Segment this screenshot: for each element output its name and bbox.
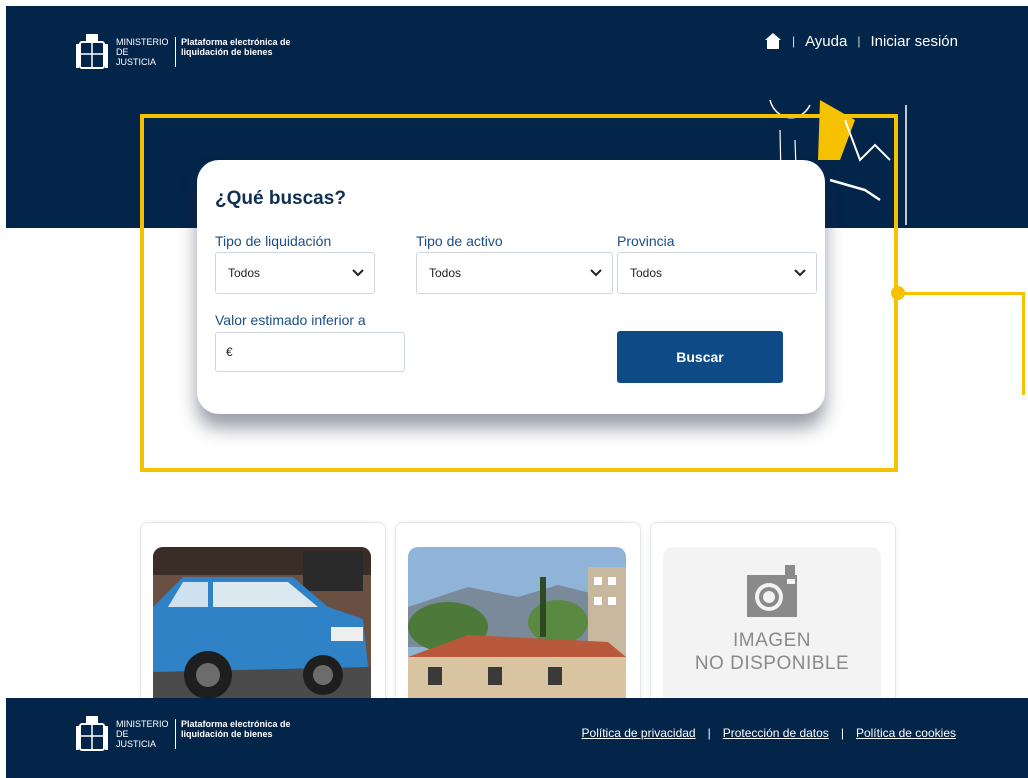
highlight-dot: [891, 286, 905, 300]
footer: MINISTERIO DE JUSTICIA Plataforma electr…: [6, 698, 1028, 778]
asset-type-label: Tipo de activo: [416, 233, 503, 249]
no-image-text: IMAGEN NO DISPONIBLE: [695, 629, 849, 675]
brand-platform: Plataforma electrónica de liquidación de…: [181, 37, 291, 57]
search-title: ¿Qué buscas?: [215, 188, 346, 209]
cookie-policy-link[interactable]: Política de cookies: [856, 726, 956, 740]
coat-of-arms-icon: [76, 34, 108, 69]
listing-card-houses[interactable]: [395, 522, 641, 724]
help-link[interactable]: Ayuda: [805, 33, 847, 50]
estimated-value-input[interactable]: €: [215, 332, 405, 372]
header-logo[interactable]: MINISTERIO DE JUSTICIA Plataforma electr…: [76, 32, 301, 72]
brand-text: MINISTERIO DE JUSTICIA Plataforma electr…: [116, 719, 301, 749]
brand-text: MINISTERIO DE JUSTICIA Plataforma electr…: [116, 37, 301, 67]
estimated-value-label: Valor estimado inferior a: [215, 312, 366, 328]
liquidation-type-label: Tipo de liquidación: [215, 233, 332, 249]
data-protection-link[interactable]: Protección de datos: [723, 726, 829, 740]
image-placeholder: IMAGEN NO DISPONIBLE: [663, 547, 881, 707]
province-select[interactable]: Todos: [617, 252, 817, 294]
footer-separator: |: [707, 726, 711, 740]
houses-photo: [408, 547, 626, 707]
search-card: ¿Qué buscas? Tipo de liquidación Todos T…: [197, 160, 825, 414]
coat-of-arms-icon: [76, 716, 108, 751]
car-photo: [153, 547, 371, 707]
brand-ministry: MINISTERIO DE JUSTICIA: [116, 37, 176, 67]
liquidation-type-select[interactable]: Todos: [215, 252, 375, 294]
listing-card-no-image[interactable]: IMAGEN NO DISPONIBLE: [650, 522, 896, 724]
chevron-down-icon: [352, 269, 364, 277]
estimated-value-text: €: [226, 345, 233, 359]
chevron-down-icon: [590, 269, 602, 277]
listing-card-car[interactable]: [140, 522, 386, 724]
footer-logo[interactable]: MINISTERIO DE JUSTICIA Plataforma electr…: [76, 714, 301, 754]
province-value: Todos: [630, 266, 663, 280]
brand-platform: Plataforma electrónica de liquidación de…: [181, 719, 291, 739]
top-navigation: | Ayuda | Iniciar sesión: [764, 32, 958, 50]
camera-icon: [747, 565, 797, 617]
home-icon[interactable]: [764, 32, 782, 50]
brand-ministry: MINISTERIO DE JUSTICIA: [116, 719, 176, 749]
asset-type-value: Todos: [429, 266, 462, 280]
footer-separator: |: [840, 726, 844, 740]
chevron-down-icon: [794, 269, 806, 277]
search-button[interactable]: Buscar: [617, 331, 783, 383]
highlight-connector: [898, 292, 1025, 395]
asset-type-select[interactable]: Todos: [416, 252, 613, 294]
liquidation-type-value: Todos: [228, 266, 261, 280]
province-label: Provincia: [617, 233, 675, 249]
nav-separator: |: [857, 34, 861, 48]
login-link[interactable]: Iniciar sesión: [870, 33, 958, 50]
no-image-line1: IMAGEN: [733, 630, 811, 651]
privacy-policy-link[interactable]: Política de privacidad: [582, 726, 696, 740]
footer-links: Política de privacidad | Protección de d…: [582, 726, 956, 740]
nav-separator: |: [791, 34, 796, 48]
no-image-line2: NO DISPONIBLE: [694, 653, 850, 674]
